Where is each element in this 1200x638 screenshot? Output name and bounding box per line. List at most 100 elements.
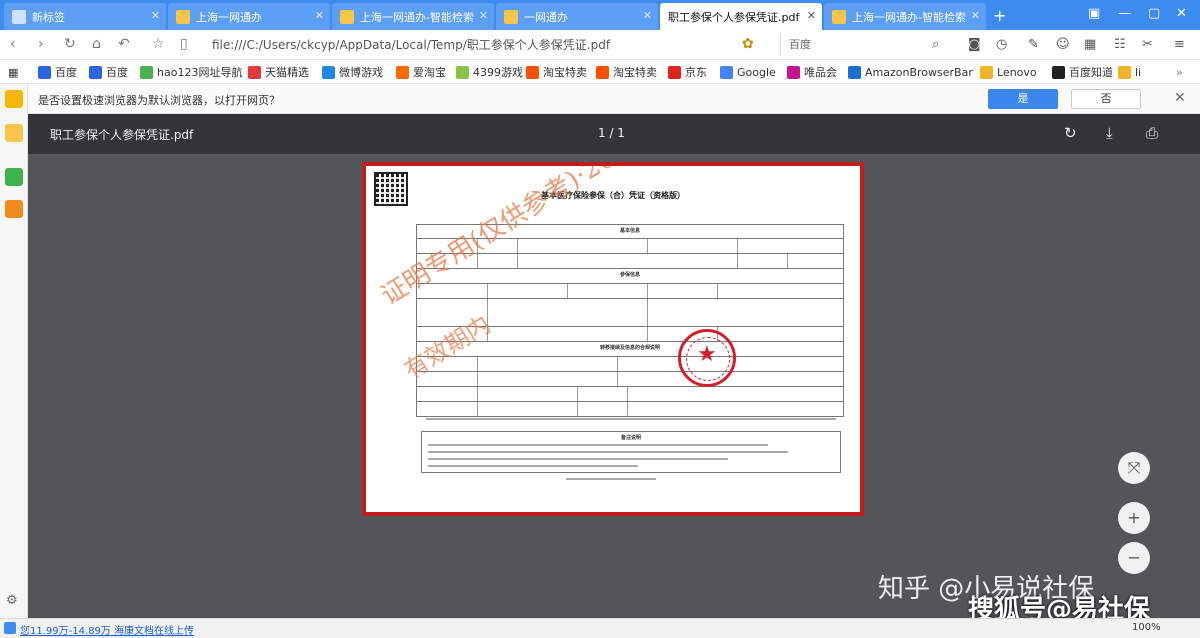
bookmark-item[interactable]: 爱淘宝 [396,64,446,80]
bookmark-item[interactable]: 天猫精选 [248,64,309,80]
notification-no-button[interactable]: 否 [1071,89,1141,109]
extensions-icon[interactable]: ✎ [1028,37,1039,52]
settings-gear-icon[interactable]: ⚙ [6,593,18,608]
notes-icon[interactable] [5,124,23,142]
form-row [416,402,844,417]
tab-label: 新标签 [32,10,65,24]
tab-label: 职工参保个人参保凭证.pdf [668,10,800,24]
undo-icon[interactable]: ↶ [118,36,130,52]
menu-icon[interactable]: ≡ [1174,37,1185,52]
zoom-in-icon[interactable]: + [1118,502,1150,534]
bookmark-item[interactable]: li [1118,64,1141,80]
tab-close-icon[interactable]: ✕ [479,9,488,22]
address-input[interactable]: file:///C:/Users/ckcyp/AppData/Local/Tem… [206,34,726,56]
home-icon[interactable]: ⌂ [92,36,101,52]
tab-close-icon[interactable]: ✕ [315,9,324,22]
back-icon[interactable]: ‹ [10,36,16,52]
tab-yiwangtongban[interactable]: 上海一网通办 ✕ [168,3,330,30]
form-row: 参保信息 [416,269,844,284]
bookmark-favicon-icon [668,65,681,79]
chat-icon[interactable] [5,168,23,186]
zoom-out-icon[interactable]: − [1118,542,1150,574]
bookmark-item[interactable]: 4399游戏 [456,64,523,80]
lightning-icon[interactable]: ✿ [742,36,754,52]
tab-new[interactable]: 新标签 ✕ [4,3,166,30]
bookmarks-grid-icon[interactable]: ▦ [8,64,18,80]
section-heading: 参保信息 [619,272,640,278]
tab-label: 上海一网通办 [196,10,262,24]
fit-page-icon[interactable]: ⤧ [1118,452,1150,484]
more-bookmarks-icon[interactable]: » [1176,64,1183,80]
sidebar-toggle-icon[interactable]: ▣ [1088,6,1100,21]
reload-icon[interactable]: ↻ [64,36,76,52]
bookmark-item[interactable]: Lenovo [980,64,1037,80]
page-indicator: 1 / 1 [598,126,625,140]
news-icon[interactable] [4,622,16,634]
bookmark-item[interactable]: AmazonBrowserBar [848,64,973,80]
notification-yes-button[interactable]: 是 [988,89,1058,109]
search-input[interactable]: 百度 [780,34,950,56]
pdf-page-content: 基本医疗保险参保（合）凭证（资格版） 基本信息 参保信息 转移接续及信息的合规说… [366,166,860,512]
bookmark-item[interactable]: Google [720,64,776,80]
notification-text: 是否设置极速浏览器为默认浏览器，以打开网页？ [38,94,280,107]
tools-icon[interactable]: ✂ [1142,37,1153,52]
zoom-level[interactable]: 100% [1132,622,1161,633]
left-sidebar [0,84,28,618]
tab-search[interactable]: 上海一网通办-智能检索 ✕ [332,3,494,30]
tab-label: 上海一网通办-智能检索 [852,10,966,24]
tab-favicon-icon [12,9,26,24]
pdf-page: 基本医疗保险参保（合）凭证（资格版） 基本信息 参保信息 转移接续及信息的合规说… [362,162,864,516]
search-icon[interactable]: ⌕ [932,37,939,52]
bookmark-item[interactable]: 微博游戏 [322,64,383,80]
maximize-icon[interactable]: ▢ [1148,6,1160,21]
tab-close-icon[interactable]: ✕ [151,9,160,22]
tab-close-icon[interactable]: ✕ [971,9,980,22]
bookmark-item[interactable]: 淘宝特卖 [526,64,587,80]
tab-close-icon[interactable]: ✕ [643,9,652,22]
bookmark-favicon-icon [396,65,409,79]
bookmark-item[interactable]: 百度知道 [1052,64,1113,80]
forward-icon[interactable]: › [38,36,44,52]
pdf-viewer: 职工参保个人参保凭证.pdf 1 / 1 ↻ ⤓ ⎙ 基本医疗保险参保（合）凭证… [28,114,1200,618]
tab-favicon-icon [340,9,354,24]
rotate-icon[interactable]: ↻ [1064,124,1077,142]
close-window-icon[interactable]: ✕ [1176,6,1187,21]
bookmark-item[interactable]: 百度 [38,64,77,80]
new-tab-button[interactable]: + [993,6,1006,25]
pdf-file-title: 职工参保个人参保凭证.pdf [50,128,194,142]
tab-search-2[interactable]: 上海一网通办-智能检索 ✕ [824,3,986,30]
tab-close-icon[interactable]: ✕ [807,9,816,22]
tab-pdf[interactable]: 职工参保个人参保凭证.pdf ✕ [660,3,822,30]
bookmark-item[interactable]: hao123网址导航 [140,64,242,80]
status-bar: 您11.99万-14.89万 海康文档在线上传 100% [0,618,1200,638]
default-browser-notification: 是否设置极速浏览器为默认浏览器，以打开网页？ 是 否 ✕ [0,84,1200,114]
screenshot-icon[interactable]: ◙ [968,37,981,52]
bookmark-favicon-icon [248,65,261,79]
download-manager-icon[interactable]: ☷ [1114,37,1126,52]
tab-yiwang[interactable]: 一网通办 ✕ [496,3,658,30]
status-news-link[interactable]: 您11.99万-14.89万 海康文档在线上传 [20,622,194,637]
bookmark-item[interactable]: 百度 [89,64,128,80]
history-icon[interactable]: ◷ [996,37,1007,52]
page-icon: ▯ [180,36,188,52]
bookmark-item[interactable]: 唯品会 [787,64,837,80]
pdf-toolbar: 职工参保个人参保凭证.pdf 1 / 1 ↻ ⤓ ⎙ [28,114,1200,154]
star-favorites-icon[interactable] [5,90,23,108]
form-row [416,284,844,299]
apps-grid-icon[interactable]: ▦ [1084,37,1096,52]
bookmark-favicon-icon [38,65,51,79]
close-icon[interactable]: ✕ [1174,90,1186,106]
favorite-star-icon[interactable]: ☆ [152,36,165,52]
bookmark-favicon-icon [848,65,861,79]
bookmark-item[interactable]: 京东 [668,64,707,80]
tab-label: 一网通办 [524,10,568,24]
bookmark-favicon-icon [1052,65,1065,79]
bookmark-item[interactable]: 淘宝特卖 [596,64,657,80]
document-title: 基本医疗保险参保（合）凭证（资格版） [541,191,685,200]
minimize-icon[interactable]: — [1118,6,1131,21]
tools-app-icon[interactable] [5,200,23,218]
bookmark-favicon-icon [1118,65,1131,79]
print-icon[interactable]: ⎙ [1146,124,1158,142]
user-icon[interactable]: ☺ [1056,37,1070,52]
download-icon[interactable]: ⤓ [1106,124,1113,142]
